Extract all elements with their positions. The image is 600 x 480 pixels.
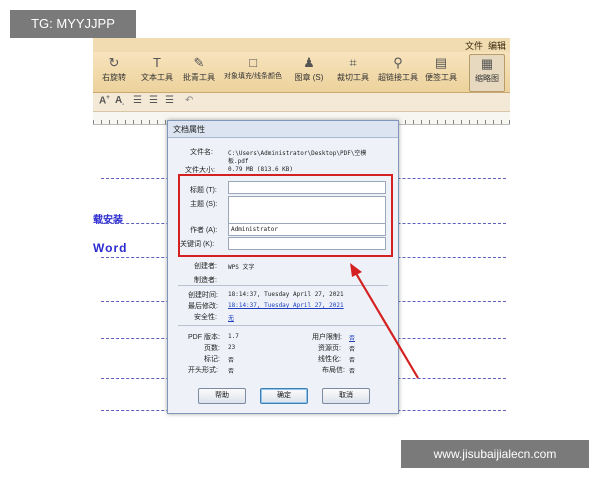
crop-tool-button[interactable]: ⌗ 裁切工具 [335,54,371,90]
pages-label: 页数: [204,345,220,352]
creator-label: 创建者: [194,263,217,270]
open-mode-value: 否 [228,368,235,375]
highlight-box [178,174,393,257]
sticky-note-button[interactable]: ▤ 便签工具 [423,54,459,90]
thumbnail-button[interactable]: ▦ 缩略图 [469,54,505,92]
file-name-value-2: 板.pdf [228,158,249,165]
open-mode-label: 开头形式: [188,367,218,374]
tagged-label: 标记: [204,356,220,363]
highlight-arrow [350,263,419,379]
format-toolbar: A+ A- ☰ ☰ ☰ ↶ [93,93,510,112]
menu-bar: 文件 编辑 [93,38,510,52]
file-name-value: C:\Users\Administrator\Desktop\PDF\空模 [228,150,367,157]
pen-icon: ✎ [193,55,205,70]
object-fill-button[interactable]: □ 对象填充/线条颜色 [221,54,285,90]
hyperlink-tool-button[interactable]: ⚲ 超链接工具 [377,54,419,90]
pdf-version-value: 1.7 [228,333,239,340]
align-left-icon[interactable]: ☰ [133,95,142,106]
help-button[interactable]: 帮助 [198,388,246,404]
fill-icon: □ [249,55,257,70]
stamp-icon: ♟ [303,55,315,70]
text-tool-button[interactable]: T 文本工具 [139,54,175,90]
watermark-bottom-right: www.jisubaijialecn.com [401,440,589,468]
dialog-title: 文档属性 [173,125,205,134]
crop-label: 裁切工具 [337,73,369,82]
security-value[interactable]: 无 [228,313,234,322]
user-restrict-label: 用户限制: [312,334,342,341]
pages-value: 23 [228,344,236,351]
dialog-title-bar: 文档属性 [168,121,398,138]
watermark-top-left: TG: MYYJJPP [10,10,136,38]
resources-label: 资源页: [318,345,341,352]
producer-label: 制造者: [194,277,217,284]
font-shrink-icon[interactable]: A- [115,95,124,108]
tagged-value: 否 [228,357,235,364]
hyperlink-label: 超链接工具 [378,73,418,82]
ok-button[interactable]: 确定 [260,388,308,404]
rotate-icon: ↻ [108,55,120,70]
thumbnail-label: 缩略图 [475,74,499,83]
stamp-button[interactable]: ♟ 图章 (S) [289,54,329,90]
note-tool-label: 批青工具 [183,73,215,82]
thumbnail-icon: ▦ [480,56,494,71]
modified-label: 最后修改: [188,303,218,310]
linearized-label: 线性化: [318,356,341,363]
rotate-label: 右旋转 [102,73,126,82]
note-tool-button[interactable]: ✎ 批青工具 [181,54,217,90]
doc-text-2: Word [93,241,128,255]
created-value: 18:14:37, Tuesday April 27, 2021 [228,291,344,298]
file-name-label: 文件名: [190,149,213,156]
crop-icon: ⌗ [349,55,357,70]
text-icon: T [153,55,161,70]
text-tool-label: 文本工具 [141,73,173,82]
cancel-button[interactable]: 取消 [322,388,370,404]
align-right-icon[interactable]: ☰ [165,95,174,106]
align-center-icon[interactable]: ☰ [149,95,158,106]
menu-edit[interactable]: 编辑 [488,39,506,52]
menu-file[interactable]: 文件 [465,39,483,52]
note-icon: ▤ [434,55,448,70]
undo-icon[interactable]: ↶ [185,95,193,106]
stamp-label: 图章 (S) [294,73,324,82]
security-label: 安全性: [194,314,217,321]
creator-value: WPS 文字 [228,264,255,271]
modified-value[interactable]: 18:14:37, Tuesday April 27, 2021 [228,302,344,309]
main-toolbar: ↻ 右旋转 T 文本工具 ✎ 批青工具 □ 对象填充/线条颜色 ♟ 图章 (S)… [93,52,510,93]
pdf-version-label: PDF 版本: [188,334,220,341]
created-label: 创建时间: [188,292,218,299]
file-size-value: 0.79 MB (813.6 KB) [228,166,294,173]
link-icon: ⚲ [393,55,403,70]
object-fill-label: 对象填充/线条颜色 [224,73,282,80]
sticky-label: 便签工具 [425,73,457,82]
font-grow-icon[interactable]: A+ [99,95,110,106]
rotate-right-button[interactable]: ↻ 右旋转 [97,54,131,90]
